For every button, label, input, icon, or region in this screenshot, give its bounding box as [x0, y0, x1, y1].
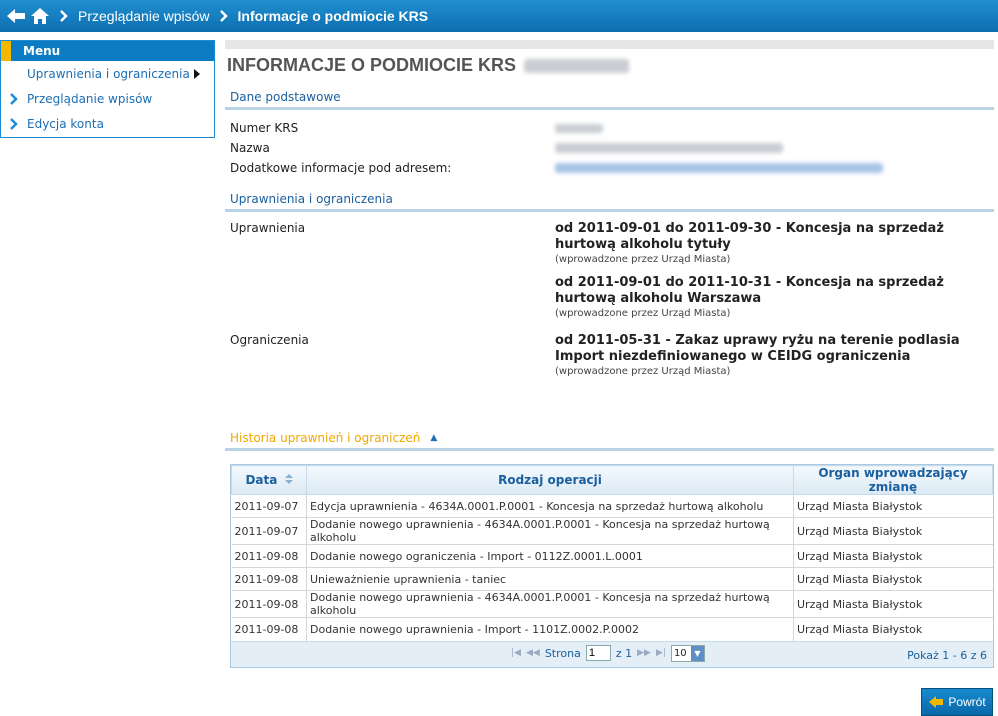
header-divider — [225, 40, 994, 49]
limitation-note: (wprowadzone przez Urząd Miasta) — [555, 366, 731, 377]
cell-authority: Urząd Miasta Białystok — [793, 494, 993, 518]
cell-authority: Urząd Miasta Białystok — [793, 567, 993, 591]
chevron-right-icon — [1, 117, 27, 130]
permission-note: (wprowadzone przez Urząd Miasta) — [555, 254, 731, 265]
caret-right-icon — [193, 68, 200, 79]
page-number-input[interactable] — [585, 645, 611, 661]
history-table: Data Rodzaj operacji Organ wprowadzający… — [230, 464, 994, 668]
column-header-authority[interactable]: Organ wprowadzający zmianę — [793, 465, 993, 495]
column-header-operation[interactable]: Rodzaj operacji — [306, 465, 794, 495]
sidebar-item-rights-and-limits[interactable]: Uprawnienia i ograniczenia — [1, 61, 214, 86]
cell-operation: Dodanie nowego uprawnienia - 4634A.0001.… — [306, 590, 794, 618]
page-label: Strona — [544, 646, 581, 660]
permission-note: (wprowadzone przez Urząd Miasta) — [555, 308, 731, 319]
table-row[interactable]: 2011-09-07 Edycja uprawnienia - 4634A.000… — [231, 494, 993, 518]
breadcrumb-current-page: Informacje o podmiocie KRS — [237, 8, 429, 24]
chevron-right-icon — [219, 10, 228, 22]
permission-text: od 2011-09-01 do 2011-09-30 - Koncesja n… — [555, 221, 944, 252]
additional-info-label: Dodatkowe informacje pod adresem: — [230, 161, 452, 175]
name-label: Nazwa — [230, 141, 270, 155]
limitation-text: od 2011-05-31 - Zakaz uprawy ryżu na ter… — [555, 333, 960, 364]
cell-authority: Urząd Miasta Białystok — [793, 617, 993, 641]
chevron-right-icon — [60, 10, 68, 22]
back-arrow-icon — [928, 695, 944, 709]
table-row[interactable]: 2011-09-08 Dodanie nowego uprawnienia - 4… — [231, 590, 993, 618]
redacted-name-value — [555, 143, 783, 153]
cell-authority: Urząd Miasta Białystok — [793, 544, 993, 568]
history-title: Historia uprawnień i ograniczeń — [230, 431, 421, 445]
cell-operation: Dodanie nowego ograniczenia - Import - 0… — [306, 544, 794, 568]
cell-operation: Unieważnienie uprawnienia - taniec — [306, 567, 794, 591]
table-row[interactable]: 2011-09-08 Dodanie nowego uprawnienia - I… — [231, 617, 993, 641]
sort-icon[interactable] — [284, 473, 293, 487]
cell-date: 2011-09-07 — [231, 494, 307, 518]
cell-operation: Dodanie nowego uprawnienia - Import - 11… — [306, 617, 794, 641]
table-row[interactable]: 2011-09-07 Dodanie nowego uprawnienia - 4… — [231, 517, 993, 545]
sidebar-item-browse-entries[interactable]: Przeglądanie wpisów — [1, 86, 214, 111]
main-content: INFORMACJE O PODMIOCIE KRS Dane podstawo… — [225, 40, 994, 668]
krs-number-label: Numer KRS — [230, 121, 299, 135]
sidebar-item-label: Edycja konta — [27, 116, 104, 131]
back-arrow-icon[interactable] — [6, 8, 26, 24]
page-size-select[interactable]: 10 ▼ — [670, 644, 705, 662]
cell-date: 2011-09-08 — [231, 567, 307, 591]
sidebar-item-edit-account[interactable]: Edycja konta — [1, 111, 214, 136]
permission-entry: od 2011-09-01 do 2011-10-31 - Koncesja n… — [555, 275, 955, 319]
column-header-date[interactable]: Data — [231, 465, 307, 495]
table-row[interactable]: 2011-09-08 Unieważnienie uprawnienia - ta… — [231, 567, 993, 591]
first-page-icon[interactable]: |◀ — [511, 648, 521, 658]
page-title: INFORMACJE O PODMIOCIE KRS — [227, 55, 994, 76]
collapse-triangle-icon[interactable]: ▲ — [430, 433, 437, 443]
cell-date: 2011-09-08 — [231, 617, 307, 641]
permissions-label: Uprawnienia — [230, 221, 306, 235]
cell-authority: Urząd Miasta Białystok — [793, 590, 993, 618]
cell-date: 2011-09-08 — [231, 544, 307, 568]
chevron-down-icon: ▼ — [690, 645, 704, 661]
limitations-label: Ograniczenia — [230, 333, 309, 347]
sidebar-item-label: Uprawnienia i ograniczenia — [27, 66, 190, 81]
next-page-icon[interactable]: ▶▶ — [637, 648, 651, 658]
cell-operation: Dodanie nowego uprawnienia - 4634A.0001.… — [306, 517, 794, 545]
redacted-krs-number — [524, 58, 630, 73]
chevron-right-icon — [1, 92, 27, 105]
last-page-icon[interactable]: ▶| — [656, 648, 666, 658]
menu-title: Menu — [1, 41, 214, 61]
redacted-krs-value — [555, 123, 603, 133]
permission-text: od 2011-09-01 do 2011-10-31 - Koncesja n… — [555, 275, 944, 306]
table-row[interactable]: 2011-09-08 Dodanie nowego ograniczenia - … — [231, 544, 993, 568]
section-rights-title: Uprawnienia i ograniczenia — [225, 188, 994, 212]
sidebar-menu: Menu Uprawnienia i ograniczenia Przegląd… — [0, 40, 215, 138]
breadcrumb-browse-entries[interactable]: Przeglądanie wpisów — [78, 8, 210, 24]
home-icon[interactable] — [30, 7, 50, 25]
table-pager: |◀ ◀◀ Strona z 1 ▶▶ ▶| 10 ▼ Pokaż 1 - 6 … — [231, 640, 993, 667]
cell-date: 2011-09-07 — [231, 517, 307, 545]
prev-page-icon[interactable]: ◀◀ — [526, 648, 540, 658]
redacted-info-link[interactable] — [555, 163, 883, 173]
permission-entry: od 2011-09-01 do 2011-09-30 - Koncesja n… — [555, 221, 955, 265]
cell-authority: Urząd Miasta Białystok — [793, 517, 993, 545]
limitation-entry: od 2011-05-31 - Zakaz uprawy ryżu na ter… — [555, 333, 965, 377]
section-basic-data-title: Dane podstawowe — [225, 86, 994, 110]
cell-operation: Edycja uprawnienia - 4634A.0001.P.0001 -… — [306, 494, 794, 518]
sidebar-item-label: Przeglądanie wpisów — [27, 91, 153, 106]
page-count-label: z 1 — [615, 646, 633, 660]
page-title-text: INFORMACJE O PODMIOCIE KRS — [227, 55, 517, 75]
back-button[interactable]: Powrót — [921, 688, 993, 716]
top-navigation-bar: Przeglądanie wpisów Informacje o podmioc… — [0, 0, 998, 32]
cell-date: 2011-09-08 — [231, 590, 307, 618]
history-section-header[interactable]: Historia uprawnień i ograniczeń ▲ — [225, 427, 994, 451]
records-summary: Pokaż 1 - 6 z 6 — [907, 648, 987, 662]
